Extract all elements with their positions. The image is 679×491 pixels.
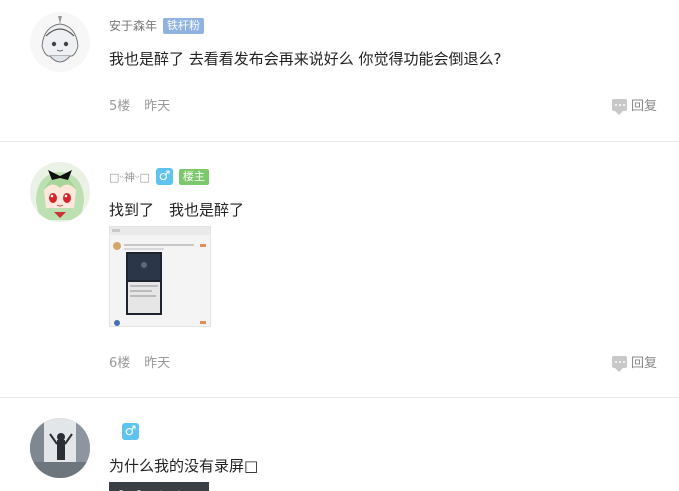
post-content: 找到了 我也是醉了 [109, 201, 245, 219]
username[interactable]: □ᵕ神ᵕ□ [109, 169, 150, 185]
post-time: 昨天 [144, 99, 171, 114]
screenshot-thumbnail[interactable] [109, 226, 211, 327]
reply-button[interactable]: 回复 [611, 95, 657, 115]
comment-icon [611, 355, 627, 372]
reply-label: 回复 [630, 356, 657, 371]
avatar[interactable] [30, 418, 90, 478]
username[interactable]: 安于森年 [109, 17, 157, 34]
reply-button[interactable]: 回复 [611, 352, 657, 372]
post-content: 为什么我的没有录屏□ [109, 457, 259, 475]
floor-number: 6楼 [109, 356, 131, 371]
post-meta: ♂ [122, 423, 139, 440]
male-gender-icon: ♂ [155, 168, 173, 185]
post-meta: 安于森年 铁杆粉 [109, 17, 205, 34]
post-footer: 6楼 昨天 [109, 352, 170, 371]
screenshot-thumbnail[interactable] [109, 482, 209, 491]
post-footer: 5楼 昨天 [109, 95, 170, 114]
fan-badge: 铁杆粉 [163, 17, 205, 34]
male-gender-icon: ♂ [122, 423, 139, 440]
post-content: 我也是醉了 去看看发布会再来说好么 你觉得功能会倒退么? [109, 50, 502, 68]
floor-number: 5楼 [109, 99, 131, 114]
avatar[interactable] [30, 12, 90, 72]
comment-icon [611, 98, 627, 115]
reply-label: 回复 [630, 99, 657, 114]
reply-post-floor-5: 安于森年 铁杆粉 我也是醉了 去看看发布会再来说好么 你觉得功能会倒退么? 5楼… [0, 0, 679, 142]
post-meta: □ᵕ神ᵕ□ ♂ 楼主 [109, 168, 209, 185]
avatar[interactable] [30, 162, 90, 222]
reply-post-floor-7: ♂ 为什么我的没有录屏□ [0, 398, 679, 491]
post-time: 昨天 [144, 356, 171, 371]
reply-post-floor-6: □ᵕ神ᵕ□ ♂ 楼主 找到了 我也是醉了 6楼 昨天 回复 [0, 142, 679, 398]
thread-owner-badge: 楼主 [178, 168, 209, 185]
